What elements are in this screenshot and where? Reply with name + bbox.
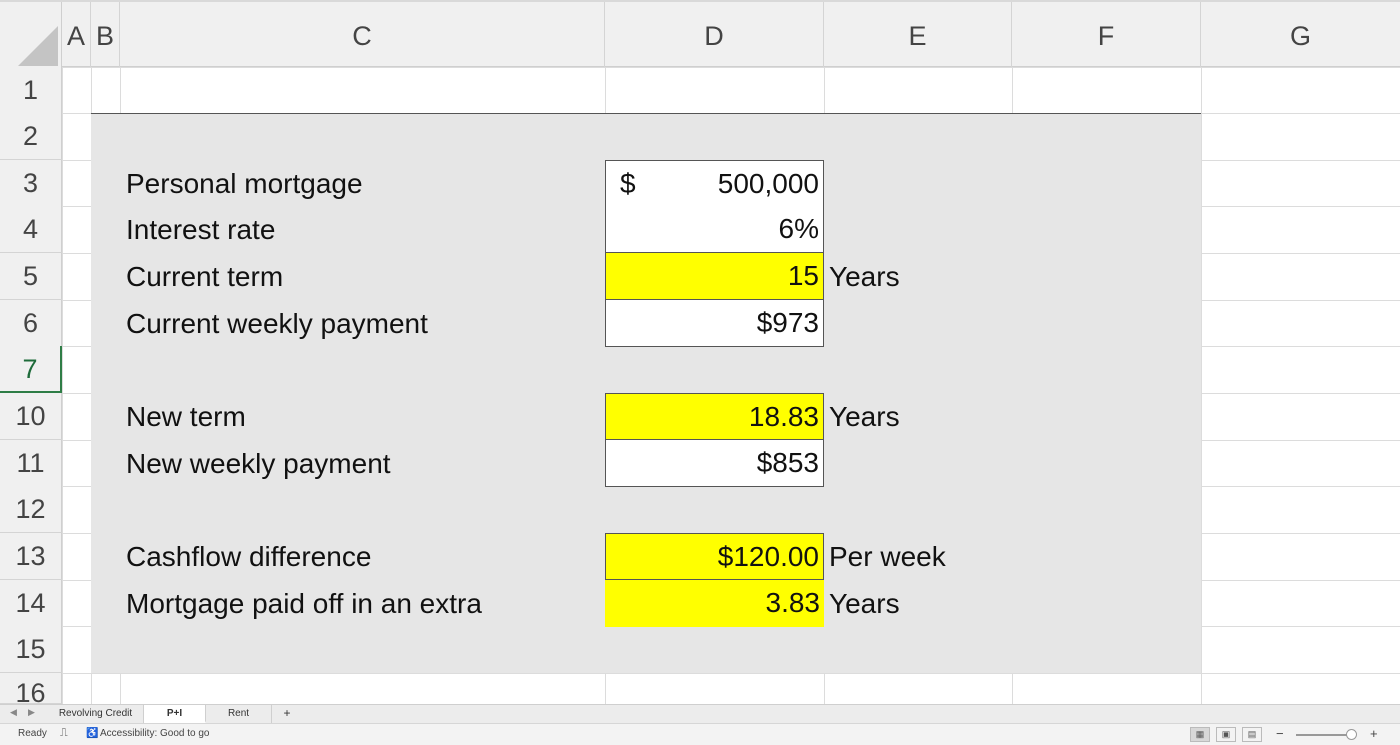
row-header[interactable]: 4 xyxy=(0,206,62,253)
status-ready: Ready xyxy=(18,728,47,739)
page-break-view-icon[interactable]: ▤ xyxy=(1242,727,1262,742)
cell-value-new-term[interactable]: 18.83 xyxy=(605,393,824,440)
tab-scroll-left-icon[interactable]: ◀ xyxy=(10,707,17,718)
row-header[interactable]: 12 xyxy=(0,486,62,533)
cell-label-cashflow[interactable]: Cashflow difference xyxy=(126,534,371,580)
select-all-triangle-icon xyxy=(18,26,58,66)
page-layout-view-icon[interactable]: ▣ xyxy=(1216,727,1236,742)
cell-label-new-term[interactable]: New term xyxy=(126,394,246,440)
cell-value-current-weekly[interactable]: $973 xyxy=(605,300,824,347)
row-header[interactable]: 6 xyxy=(0,300,62,347)
grid-line xyxy=(1201,67,1202,705)
sheet-tabs-bar: ◀ ▶ Revolving Credit P+I Rent + xyxy=(0,704,1400,723)
row-header[interactable]: 13 xyxy=(0,533,62,580)
cell-label-paid-off[interactable]: Mortgage paid off in an extra xyxy=(126,581,482,627)
cell-label-current-weekly[interactable]: Current weekly payment xyxy=(126,301,428,347)
cell-unit-paid-off[interactable]: Years xyxy=(829,581,900,627)
row-header[interactable]: 1 xyxy=(0,67,62,114)
column-header-d[interactable]: D xyxy=(605,2,824,67)
cell-unit-new-term[interactable]: Years xyxy=(829,394,900,440)
zoom-out-button[interactable]: − xyxy=(1276,726,1284,741)
row-header[interactable]: 15 xyxy=(0,626,62,673)
tab-rent[interactable]: Rent xyxy=(206,705,272,723)
column-header-b[interactable]: B xyxy=(91,2,120,67)
cell-value-paid-off[interactable]: 3.83 xyxy=(605,580,824,627)
cell-label-current-term[interactable]: Current term xyxy=(126,254,283,300)
cell-value-cashflow[interactable]: $120.00 xyxy=(605,533,824,580)
row-header[interactable]: 16 xyxy=(0,673,62,704)
cell-value-interest-rate[interactable]: 6% xyxy=(605,206,824,253)
row-header[interactable]: 14 xyxy=(0,580,62,627)
accessibility-status[interactable]: Accessibility: Good to go xyxy=(100,728,210,739)
cell-value-new-weekly[interactable]: $853 xyxy=(605,440,824,487)
currency-symbol: $ xyxy=(620,168,636,199)
select-all-corner[interactable] xyxy=(0,2,62,69)
row-header[interactable]: 5 xyxy=(0,253,62,300)
cell-unit-current-term[interactable]: Years xyxy=(829,254,900,300)
row-header[interactable]: 3 xyxy=(0,160,62,207)
spreadsheet-window: A B C D E F G 1 2 3 4 5 6 7 10 11 12 13 … xyxy=(0,0,1400,745)
column-header-g[interactable]: G xyxy=(1201,2,1400,67)
row-header[interactable]: 2 xyxy=(0,113,62,160)
column-header-f[interactable]: F xyxy=(1012,2,1201,67)
mortgage-amount: 500,000 xyxy=(717,168,819,199)
zoom-slider-handle[interactable] xyxy=(1346,729,1357,740)
column-header-e[interactable]: E xyxy=(824,2,1012,67)
cell-value-mortgage[interactable]: $ 500,000 xyxy=(605,160,824,207)
tab-scroll-right-icon[interactable]: ▶ xyxy=(28,707,35,718)
cell-label-mortgage[interactable]: Personal mortgage xyxy=(126,161,363,207)
cell-label-interest-rate[interactable]: Interest rate xyxy=(126,207,275,253)
column-header-a[interactable]: A xyxy=(62,2,91,67)
normal-view-icon[interactable]: ▦ xyxy=(1190,727,1210,742)
status-bar: Ready ⎍ ♿ Accessibility: Good to go ▦ ▣ … xyxy=(0,723,1400,745)
macro-record-icon[interactable]: ⎍ xyxy=(60,727,68,740)
row-header[interactable]: 10 xyxy=(0,393,62,440)
grid-line xyxy=(62,673,1400,674)
column-header-row: A B C D E F G xyxy=(0,0,1400,69)
cell-value-current-term[interactable]: 15 xyxy=(605,253,824,300)
cell-label-new-weekly[interactable]: New weekly payment xyxy=(126,441,391,487)
row-header[interactable]: 11 xyxy=(0,440,62,487)
column-header-c[interactable]: C xyxy=(120,2,605,67)
row-header-selected[interactable]: 7 xyxy=(0,346,62,393)
tab-p-i[interactable]: P+I xyxy=(144,705,206,723)
tab-revolving-credit[interactable]: Revolving Credit xyxy=(48,705,144,723)
cell-unit-cashflow[interactable]: Per week xyxy=(829,534,946,580)
accessibility-icon[interactable]: ♿ xyxy=(86,728,98,739)
add-sheet-button[interactable]: + xyxy=(278,705,296,723)
zoom-in-button[interactable]: + xyxy=(1370,726,1378,741)
